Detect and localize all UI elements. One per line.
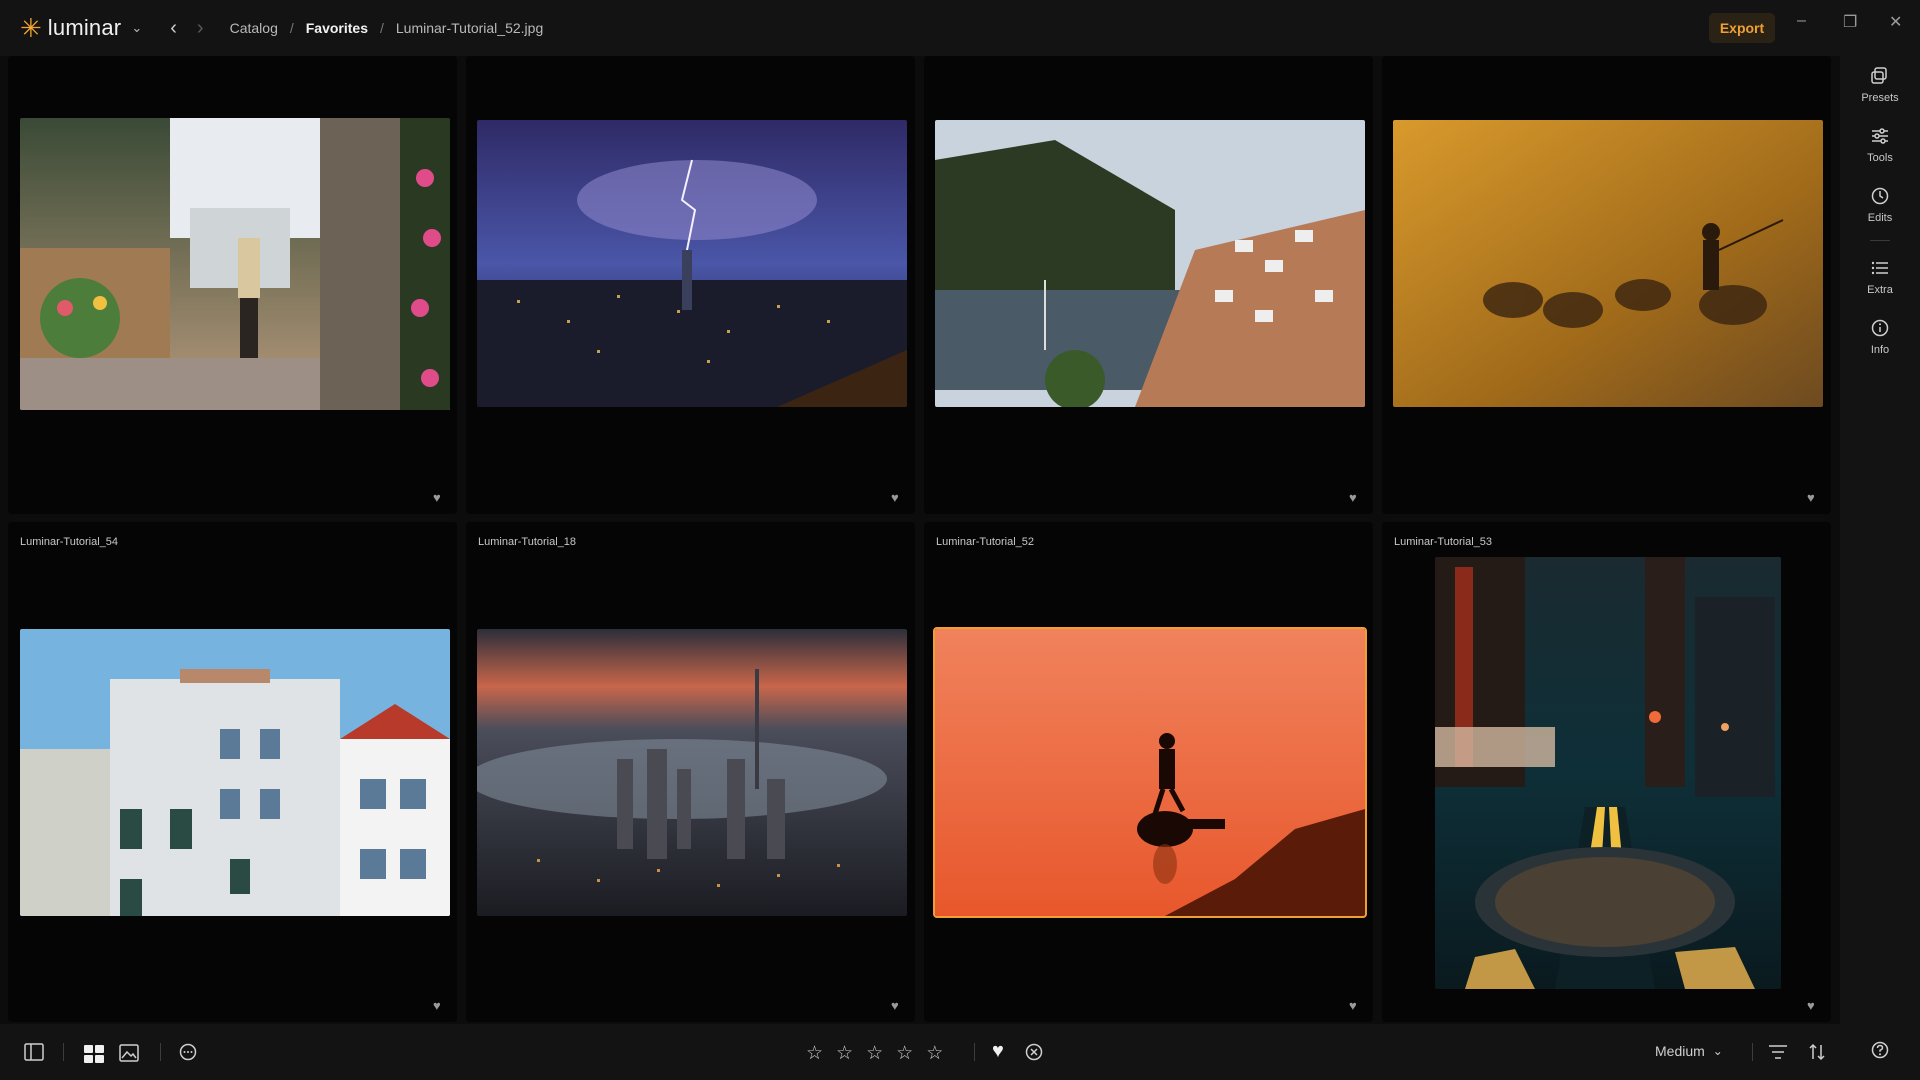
star-icon[interactable]: ☆ — [806, 1042, 823, 1065]
edits-button[interactable]: Edits — [1840, 186, 1920, 224]
restore-icon[interactable]: ❐ — [1843, 12, 1857, 32]
favorite-heart-icon[interactable]: ♥ — [1807, 999, 1820, 1012]
star-icon[interactable]: ☆ — [926, 1042, 943, 1065]
presets-button[interactable]: Presets — [1840, 66, 1920, 104]
favorite-heart-icon[interactable]: ♥ — [1807, 491, 1820, 504]
favorite-heart-icon[interactable]: ♥ — [433, 491, 446, 504]
forward-arrow-icon[interactable]: › — [197, 17, 204, 40]
divider — [160, 1043, 161, 1061]
photo-cell[interactable]: Luminar-Tutorial_52 ♥ — [924, 522, 1373, 1022]
photo-filename: Luminar-Tutorial_54 — [20, 536, 119, 548]
breadcrumb-favorites[interactable]: Favorites — [306, 20, 368, 36]
photo-cell[interactable]: ♥ — [924, 56, 1373, 514]
photo-thumbnail[interactable] — [935, 120, 1365, 407]
tools-icon — [1872, 128, 1888, 144]
breadcrumb-separator: / — [289, 20, 294, 36]
bottom-bar: ☆ ☆ ☆ ☆ ☆ ♥ Medium ⌄ — [0, 1024, 1920, 1080]
minimize-icon[interactable]: – — [1797, 12, 1806, 30]
favorite-heart-icon[interactable]: ♥ — [891, 999, 904, 1012]
photo-thumbnail[interactable] — [477, 120, 907, 407]
close-icon[interactable]: ✕ — [1889, 12, 1902, 32]
thumbnail-size-select[interactable]: Medium ⌄ — [1655, 1043, 1723, 1059]
favorite-heart-icon[interactable]: ♥ — [1349, 491, 1362, 504]
extra-button[interactable]: Extra — [1840, 258, 1920, 296]
favorite-heart-icon[interactable]: ♥ — [891, 491, 904, 504]
export-button[interactable]: Export — [1709, 13, 1775, 43]
star-icon[interactable]: ☆ — [896, 1042, 913, 1065]
filter-icon[interactable] — [1769, 1045, 1787, 1059]
reject-icon[interactable] — [1025, 1043, 1043, 1061]
photo-thumbnail[interactable] — [477, 629, 907, 916]
breadcrumb-catalog[interactable]: Catalog — [230, 20, 278, 36]
divider — [974, 1043, 975, 1061]
edits-label: Edits — [1867, 212, 1893, 224]
divider — [63, 1043, 64, 1061]
favorite-heart-icon[interactable]: ♥ — [433, 999, 446, 1012]
grid-view-icon[interactable] — [84, 1045, 104, 1063]
extra-icon — [1871, 261, 1888, 275]
photo-grid: ♥ ♥ ♥ ♥ Luminar-Tutorial_54 ♥ Luminar-Tu… — [8, 56, 1837, 1024]
top-bar: ✳ luminar ⌄ ‹ › Catalog / Favorites / Lu… — [0, 0, 1920, 56]
luminar-app: ✳ luminar ⌄ ‹ › Catalog / Favorites / Lu… — [0, 0, 1920, 1080]
app-menu[interactable]: ✳ luminar ⌄ — [20, 15, 142, 41]
photo-filename: Luminar-Tutorial_53 — [1394, 536, 1493, 548]
photo-cell[interactable]: Luminar-Tutorial_18 ♥ — [466, 522, 915, 1022]
sidebar-toggle-icon[interactable] — [24, 1043, 44, 1061]
photo-cell[interactable]: ♥ — [1382, 56, 1831, 514]
favorite-heart-icon[interactable]: ♥ — [992, 1040, 1004, 1063]
photo-cell[interactable]: ♥ — [466, 56, 915, 514]
luminar-logo-icon: ✳ — [20, 13, 42, 43]
star-icon[interactable]: ☆ — [836, 1042, 853, 1065]
single-image-view-icon[interactable] — [119, 1044, 139, 1062]
divider — [1752, 1043, 1753, 1061]
presets-icon — [1871, 67, 1887, 84]
favorite-heart-icon[interactable]: ♥ — [1349, 999, 1362, 1012]
thumbnail-size-value: Medium — [1655, 1043, 1705, 1059]
photo-thumbnail[interactable] — [20, 118, 450, 410]
rating-stars: ☆ ☆ ☆ ☆ ☆ — [806, 1042, 943, 1065]
photo-thumbnail[interactable] — [1393, 120, 1823, 407]
tools-label: Tools — [1867, 152, 1893, 164]
star-icon[interactable]: ☆ — [866, 1042, 883, 1065]
tools-button[interactable]: Tools — [1840, 126, 1920, 164]
photo-thumbnail-selected[interactable] — [933, 627, 1367, 918]
photo-filename: Luminar-Tutorial_52 — [936, 536, 1035, 548]
photo-thumbnail[interactable] — [1435, 557, 1781, 989]
extra-label: Extra — [1867, 284, 1893, 296]
info-label: Info — [1870, 344, 1890, 356]
presets-label: Presets — [1861, 92, 1899, 104]
breadcrumb: Catalog / Favorites / Luminar-Tutorial_5… — [230, 20, 544, 36]
sort-icon[interactable] — [1808, 1043, 1826, 1061]
help-icon[interactable] — [1871, 1041, 1889, 1059]
right-panel: Presets Tools Edits Extra Info — [1840, 56, 1920, 1024]
breadcrumb-file: Luminar-Tutorial_52.jpg — [395, 20, 544, 36]
app-name: luminar — [47, 15, 122, 40]
chevron-down-icon: ⌄ — [1712, 1044, 1723, 1058]
photo-cell[interactable]: ♥ — [8, 56, 457, 514]
panel-divider — [1870, 240, 1890, 241]
info-button[interactable]: Info — [1840, 318, 1920, 356]
photo-thumbnail[interactable] — [20, 629, 450, 916]
photo-cell[interactable]: Luminar-Tutorial_54 ♥ — [8, 522, 457, 1022]
back-arrow-icon[interactable]: ‹ — [170, 17, 177, 40]
info-icon — [1871, 319, 1889, 337]
history-nav: ‹ › — [170, 17, 203, 40]
chevron-down-icon: ⌄ — [131, 20, 143, 35]
more-options-icon[interactable] — [179, 1043, 197, 1061]
photo-filename: Luminar-Tutorial_18 — [478, 536, 577, 548]
breadcrumb-separator: / — [380, 20, 384, 36]
edits-icon — [1871, 187, 1889, 205]
photo-cell[interactable]: Luminar-Tutorial_53 ♥ — [1382, 522, 1831, 1022]
